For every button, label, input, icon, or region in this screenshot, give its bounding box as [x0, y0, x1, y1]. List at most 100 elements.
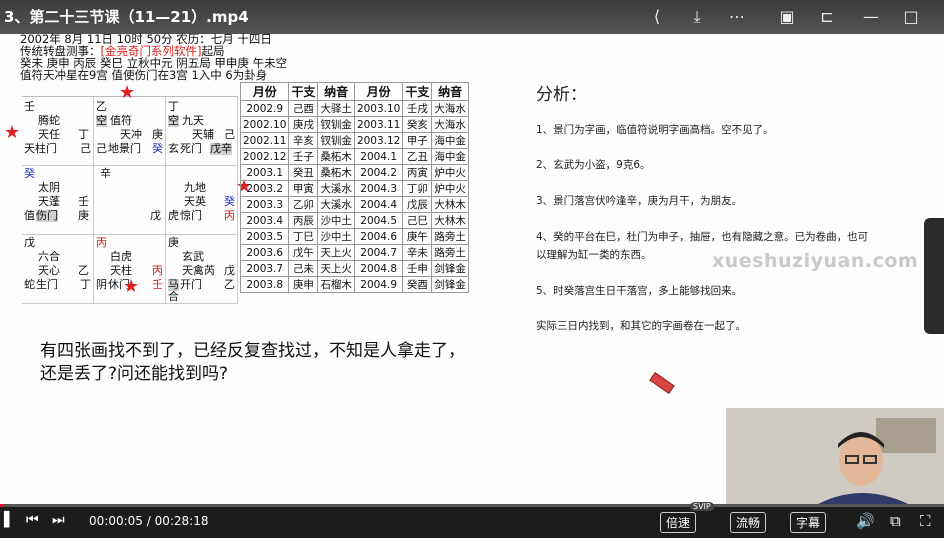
table-cell: 剑锋金: [431, 260, 469, 277]
table-cell: 大海水: [431, 116, 469, 133]
palace-text: 天任: [38, 128, 60, 141]
palace-text: 丙: [152, 264, 163, 277]
table-cell: 桑柘木: [317, 148, 355, 165]
table-row: 2003.4 丙辰 沙中土 2004.5 己巳 大林木: [239, 212, 469, 229]
month-ganzhi-table: 月份 干支 纳音 月份 干支 纳音 2002.9 己酉 大驿土 2003.10 壬戌 大海…: [239, 82, 469, 293]
table-cell: 2003.3: [239, 196, 290, 213]
star-icon: ★: [119, 82, 136, 103]
analysis-item: 2、玄武为小盗，9克6。: [536, 159, 651, 171]
table-cell: 丙寅: [402, 164, 433, 181]
table-cell: 2003.1: [239, 164, 290, 181]
minimize-icon[interactable]: —: [860, 6, 882, 28]
table-cell: 乙丑: [402, 148, 433, 165]
side-panel-tab[interactable]: [924, 218, 944, 334]
table-cell: 2003.8: [239, 276, 290, 293]
pen-cursor-icon: [649, 372, 675, 394]
table-cell: 2003.5: [239, 228, 290, 245]
quality-button[interactable]: 流畅: [730, 512, 767, 533]
webcam-overlay: [726, 408, 944, 508]
table-cell: 2004.7: [353, 244, 404, 261]
speed-button[interactable]: 倍速: [660, 512, 697, 533]
table-cell: 壬戌: [402, 100, 433, 117]
table-cell: 壬申: [402, 260, 433, 277]
table-cell: 路旁土: [431, 244, 469, 261]
column-header: 干支: [288, 82, 319, 101]
analysis-item: 1、景门为字画，临值符说明字画高档。空不见了。: [536, 124, 774, 136]
analysis-item: 以理解为缸一类的东西。: [536, 249, 652, 261]
table-cell: 癸丑: [288, 164, 319, 181]
fullscreen-icon[interactable]: ⛶: [920, 512, 931, 530]
palace-text: 己: [224, 128, 235, 141]
table-cell: 丁巳: [288, 228, 319, 245]
pip-icon[interactable]: ⧉: [890, 512, 901, 530]
player-control-bar: ▌ ⏮ ⏭ 00:00:05 / 00:28:18 倍速 SVIP 流畅 字幕 …: [0, 502, 944, 538]
palace-text: 丁: [168, 100, 179, 113]
quality-label: 流畅: [736, 516, 761, 530]
table-header-row: 月份 干支 纳音 月份 干支 纳音: [239, 82, 469, 101]
palace-text: 癸: [24, 167, 35, 180]
palace-center: 辛 戊: [94, 166, 166, 235]
palace-text: 天蓬: [38, 195, 60, 208]
volume-icon[interactable]: 🔊: [856, 512, 875, 530]
table-cell: 2004.5: [353, 212, 404, 229]
table-cell: 乙卯: [288, 196, 319, 213]
palace-text: 天柱门: [24, 142, 57, 155]
palace-text: 玄: [168, 142, 179, 155]
more-icon[interactable]: ⋯: [726, 6, 748, 28]
table-cell: 甲寅: [288, 180, 319, 197]
palace-text: 丙: [224, 209, 235, 222]
time-separator: /: [142, 514, 155, 528]
table-cell: 庚申: [288, 276, 319, 293]
subtitle-button[interactable]: 字幕: [790, 512, 827, 533]
palace-text: 惊门: [180, 209, 202, 222]
column-header: 纳音: [431, 82, 469, 101]
palace-text: 癸: [152, 142, 163, 155]
palace-text: 六合: [38, 250, 60, 263]
maximize-icon[interactable]: □: [900, 6, 922, 28]
table-row: 2003.6 戊午 天上火 2004.7 辛未 路旁土: [239, 244, 469, 261]
palace-text: 虎: [168, 209, 179, 222]
table-cell: 炉中火: [431, 180, 469, 197]
analysis-item: 实际三日内找到，和其它的字画卷在一起了。: [536, 320, 746, 332]
palace-text: 庚: [78, 209, 89, 222]
play-icon[interactable]: ▌: [4, 512, 15, 528]
progress-bar[interactable]: [0, 504, 944, 507]
palace-w: 癸 太阴 天蓬 壬 值 伤门 庚: [22, 166, 94, 235]
table-cell: 沙中土: [317, 212, 355, 229]
progress-fill: [0, 504, 3, 507]
table-cell: 2002.12: [239, 148, 290, 165]
analysis-item: 4、癸的平台在巳，杜门为申子，抽屉，也有隐藏之意。已为卷曲，也可: [536, 231, 869, 243]
table-cell: 庚午: [402, 228, 433, 245]
table-row: 2003.3 乙卯 大溪水 2004.4 戊辰 大林木: [239, 196, 469, 213]
table-cell: 己酉: [288, 100, 319, 117]
table-cell: 钗钏金: [317, 132, 355, 149]
question-text: 有四张画找不到了，已经反复查找过，不知是人拿走了，还是丢了?问还能找到吗?: [40, 341, 465, 384]
previous-icon[interactable]: ⏮: [26, 512, 39, 528]
analysis-item: 5、时癸落宫生日干落宫，多上能够找回来。: [536, 285, 743, 297]
table-cell: 大溪水: [317, 196, 355, 213]
palace-e: 九地 天英 癸 虎 惊门 丙: [166, 166, 238, 235]
palace-text: 壬: [152, 278, 163, 291]
presenter-image: [726, 408, 944, 508]
table-cell: 2003.12: [353, 132, 404, 149]
table-cell: 路旁土: [431, 228, 469, 245]
table-cell: 2004.2: [353, 164, 404, 181]
palace-text: 死门: [180, 142, 202, 155]
palace-text: 地景门: [108, 142, 141, 155]
picture-in-picture-icon[interactable]: ▣: [776, 6, 798, 28]
analysis-heading: 分析：: [536, 85, 587, 105]
table-cell: 海中金: [431, 148, 469, 165]
share-icon[interactable]: ⟨: [646, 6, 668, 28]
table-cell: 2003.7: [239, 260, 290, 277]
download-icon[interactable]: ⤓: [686, 6, 708, 28]
palace-text: 蛇: [24, 278, 35, 291]
table-cell: 天上火: [317, 260, 355, 277]
pin-icon[interactable]: ⊏: [816, 6, 838, 28]
table-row: 2003.5 丁巳 沙中土 2004.6 庚午 路旁土: [239, 228, 469, 245]
table-cell: 大林木: [431, 212, 469, 229]
palace-text: 九地: [184, 181, 206, 194]
qimen-palace-grid: 壬 腾蛇 天任 丁 天柱门 己 乙 空 值符 天冲 庚 己 地景门 癸 丁 空 …: [22, 96, 238, 305]
palace-text: 阴: [96, 278, 107, 291]
table-row: 2002.9 己酉 大驿土 2003.10 壬戌 大海水: [239, 100, 469, 117]
next-icon[interactable]: ⏭: [52, 512, 65, 528]
